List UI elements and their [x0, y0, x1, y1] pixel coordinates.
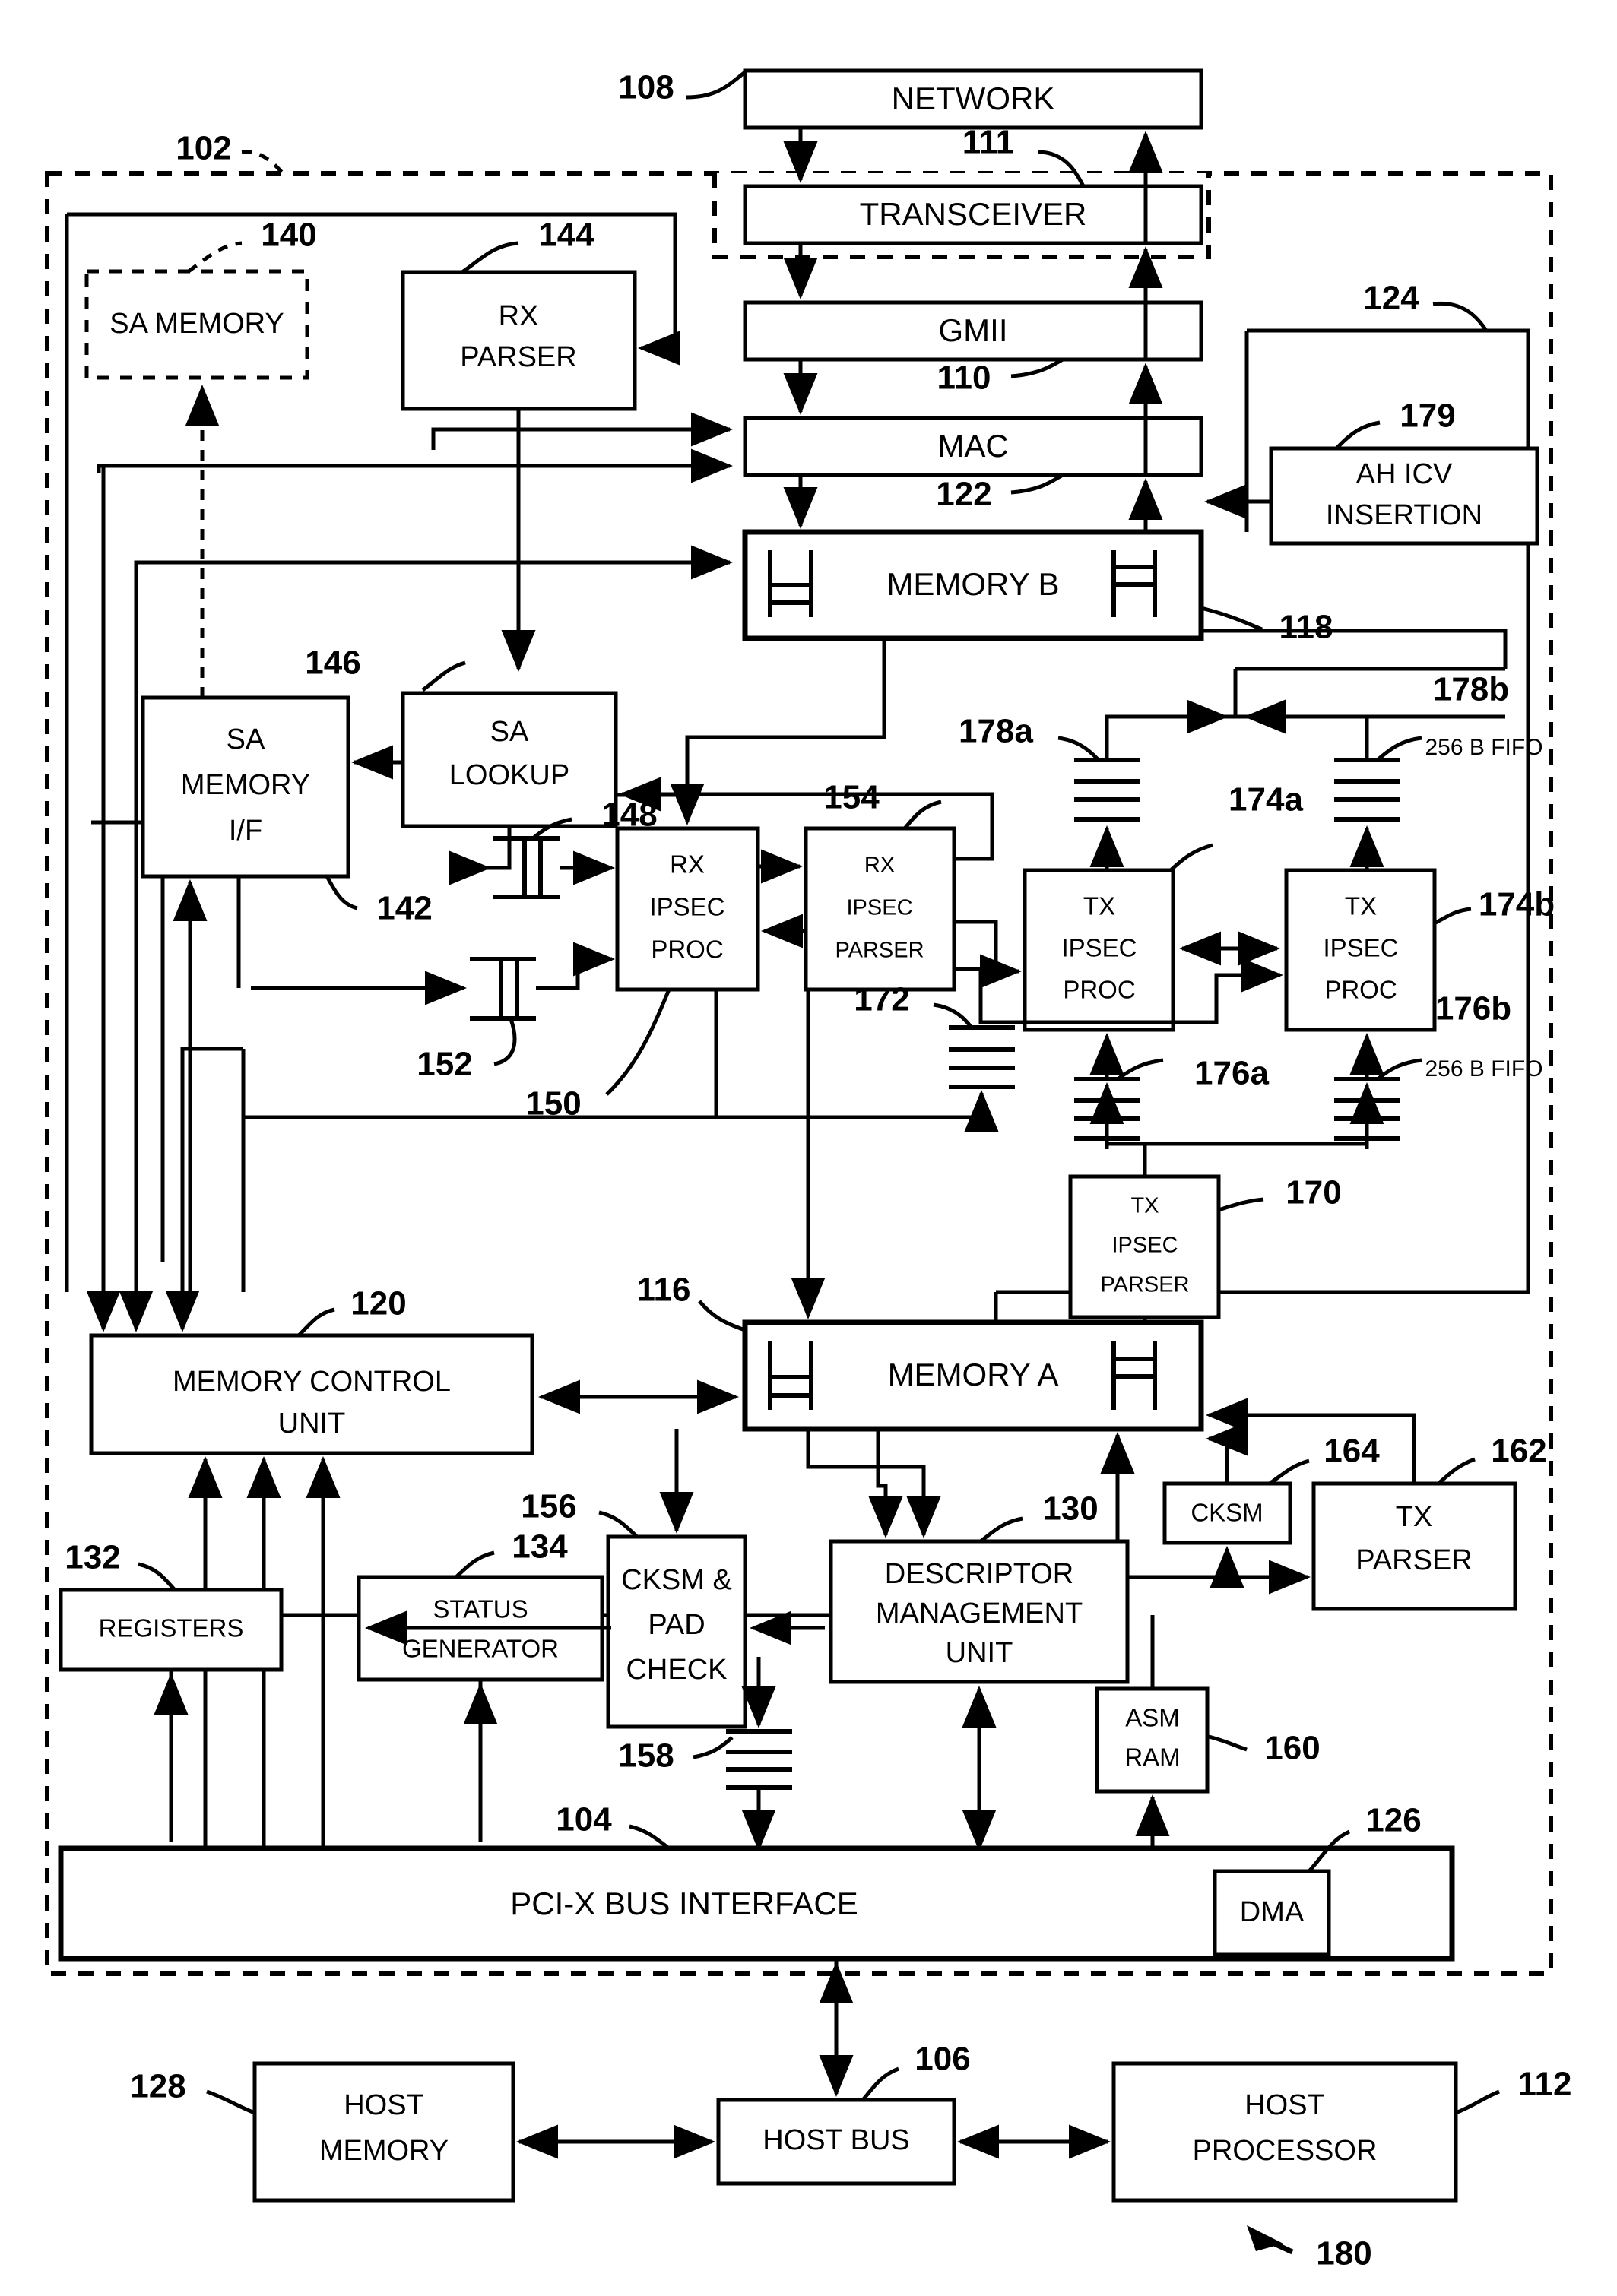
- ref-144: 144: [538, 217, 594, 254]
- block-sa-lookup-label-1: SA: [490, 716, 529, 748]
- ref-176b: 176b: [1435, 990, 1511, 1028]
- block-sa-memory-if-label-3: I/F: [229, 815, 262, 847]
- block-dma-label: DMA: [1240, 1896, 1305, 1928]
- block-mcu-label-2: UNIT: [278, 1408, 346, 1439]
- ref-111: 111: [962, 124, 1015, 161]
- block-registers-label: REGISTERS: [99, 1614, 244, 1642]
- block-host-memory[interactable]: [252, 2061, 515, 2203]
- ref-160: 160: [1264, 1730, 1320, 1767]
- ref-124: 124: [1363, 280, 1419, 317]
- block-asmram-label-1: ASM: [1125, 1704, 1180, 1732]
- ref-140: 140: [261, 217, 316, 254]
- block-memory-b-label: MEMORY B: [886, 566, 1059, 602]
- ref-104: 104: [556, 1801, 612, 1838]
- block-rx-ipsec-parser-label-3: PARSER: [835, 939, 924, 963]
- block-mac-label: MAC: [937, 428, 1008, 464]
- ref-122: 122: [936, 476, 991, 513]
- block-rx-ipsec-parser-label-1: RX: [864, 853, 895, 878]
- block-rx-ipsec-proc-label-3: PROC: [651, 936, 723, 964]
- ref-162: 162: [1491, 1433, 1546, 1470]
- block-dmu-label-2: MANAGEMENT: [876, 1598, 1083, 1629]
- ref-164: 164: [1324, 1433, 1380, 1470]
- block-rx-ipsec-proc-label-1: RX: [670, 850, 705, 879]
- figure-number: 180: [1316, 2235, 1371, 2272]
- block-cksm-pad-label-3: CHECK: [626, 1654, 727, 1686]
- block-tx-parser-label-1: TX: [1396, 1501, 1433, 1533]
- ref-130: 130: [1042, 1490, 1098, 1528]
- block-hostmem-label-2: MEMORY: [319, 2135, 449, 2167]
- note-176b: 256 B FIFO: [1425, 1056, 1542, 1081]
- ref-179: 179: [1400, 397, 1455, 435]
- block-tx-ipsec-proc-b-label-2: IPSEC: [1323, 934, 1398, 962]
- ref-156: 156: [521, 1488, 576, 1525]
- block-sa-memory-label: SA MEMORY: [109, 308, 284, 340]
- block-sa-memory-if-label-2: MEMORY: [181, 769, 310, 801]
- ref-118: 118: [1279, 609, 1333, 646]
- note-178b: 256 B FIFO: [1425, 735, 1542, 760]
- ref-132: 132: [65, 1539, 120, 1576]
- block-tx-ipsec-parser-label-1: TX: [1130, 1194, 1159, 1218]
- ref-134: 134: [512, 1528, 568, 1566]
- block-ah-icv-label-1: AH ICV: [1356, 458, 1453, 490]
- block-mcu-label-1: MEMORY CONTROL: [173, 1366, 451, 1398]
- block-cksm-label: CKSM: [1191, 1499, 1263, 1527]
- ref-152: 152: [417, 1046, 472, 1083]
- ref-174a: 174a: [1229, 781, 1303, 819]
- patent-block-diagram: 102 NETWORK 108 TRANSCEIVER 111 GMII 110…: [0, 0, 1617, 2296]
- ref-142: 142: [376, 890, 432, 927]
- ref-146: 146: [305, 644, 360, 682]
- block-hostproc-label-2: PROCESSOR: [1193, 2135, 1378, 2167]
- block-host-processor[interactable]: [1111, 2061, 1458, 2203]
- ref-178b: 178b: [1433, 671, 1509, 708]
- block-ah-icv-label-2: INSERTION: [1326, 499, 1482, 531]
- ref-106: 106: [915, 2041, 970, 2078]
- block-dmu-label-1: DESCRIPTOR: [885, 1558, 1073, 1590]
- ref-170: 170: [1286, 1174, 1341, 1211]
- block-dmu-label-3: UNIT: [946, 1637, 1013, 1669]
- ref-112: 112: [1518, 2066, 1572, 2103]
- block-transceiver-label: TRANSCEIVER: [860, 196, 1087, 232]
- ref-176a: 176a: [1194, 1055, 1269, 1092]
- block-hostbus-label: HOST BUS: [763, 2124, 910, 2156]
- block-hostproc-label-1: HOST: [1244, 2089, 1325, 2121]
- ref-116: 116: [637, 1272, 691, 1309]
- block-tx-ipsec-proc-a-label-2: IPSEC: [1061, 934, 1137, 962]
- block-cksm-pad-label-2: PAD: [648, 1609, 705, 1641]
- block-asmram-label-2: RAM: [1124, 1743, 1180, 1772]
- ref-126: 126: [1365, 1802, 1421, 1839]
- block-tx-ipsec-proc-b-label-3: PROC: [1324, 976, 1397, 1004]
- ref-178a: 178a: [959, 713, 1033, 750]
- ref-120: 120: [350, 1285, 406, 1322]
- block-rx-ipsec-proc-label-2: IPSEC: [649, 893, 724, 921]
- block-tx-ipsec-proc-b-label-1: TX: [1345, 892, 1377, 920]
- ref-172: 172: [854, 981, 909, 1018]
- ref-158: 158: [618, 1737, 674, 1775]
- block-statusgen-label-1: STATUS: [433, 1595, 528, 1623]
- block-cksm-pad-label-1: CKSM &: [621, 1564, 732, 1596]
- block-tx-ipsec-parser-label-3: PARSER: [1100, 1273, 1189, 1297]
- ref-154: 154: [823, 779, 880, 816]
- ref-128: 128: [130, 2068, 185, 2105]
- block-sa-memory-if-label-1: SA: [227, 724, 265, 755]
- block-rx-parser-label-1: RX: [499, 300, 539, 332]
- block-sa-lookup-label-2: LOOKUP: [449, 759, 569, 791]
- block-tx-ipsec-proc-a-label-3: PROC: [1063, 976, 1135, 1004]
- block-rx-ipsec-parser-label-2: IPSEC: [846, 896, 912, 920]
- block-pcix-label: PCI-X BUS INTERFACE: [510, 1886, 858, 1921]
- block-tx-ipsec-parser-label-2: IPSEC: [1111, 1234, 1178, 1258]
- block-rx-parser[interactable]: [401, 270, 637, 411]
- ref-108: 108: [618, 69, 674, 106]
- block-hostmem-label-1: HOST: [344, 2089, 424, 2121]
- block-tx-parser-label-2: PARSER: [1355, 1544, 1472, 1576]
- ref-174b: 174b: [1479, 886, 1555, 923]
- block-memory-a-label: MEMORY A: [888, 1357, 1059, 1392]
- block-network-label: NETWORK: [892, 81, 1055, 116]
- ref-102: 102: [176, 130, 231, 167]
- block-statusgen-label-2: GENERATOR: [402, 1635, 559, 1663]
- block-gmii-label: GMII: [939, 312, 1008, 348]
- block-rx-parser-label-2: PARSER: [460, 341, 576, 373]
- ref-110: 110: [937, 359, 991, 397]
- block-tx-ipsec-proc-a-label-1: TX: [1083, 892, 1115, 920]
